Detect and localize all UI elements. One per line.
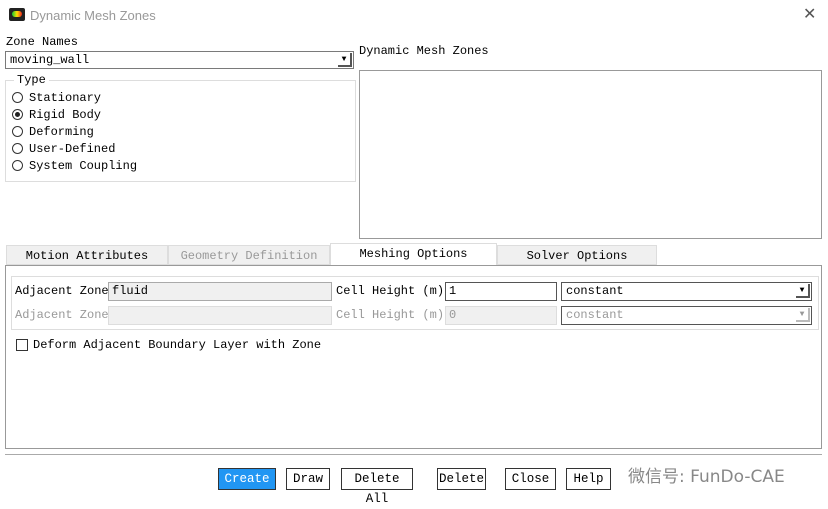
radio-selected-icon [12, 109, 23, 121]
radio-rigid-body[interactable]: Rigid Body [12, 108, 101, 125]
close-button[interactable]: Close [505, 468, 556, 490]
deform-boundary-layer-checkbox[interactable]: Deform Adjacent Boundary Layer with Zone [16, 338, 321, 352]
help-button[interactable]: Help [566, 468, 611, 490]
adjacent-zone-label-2: Adjacent Zone [15, 308, 109, 322]
radio-system-coupling[interactable]: System Coupling [12, 159, 137, 176]
watermark: 微信号: FunDo-CAE [628, 467, 785, 487]
cell-height-input-2: 0 [445, 306, 557, 325]
tab-meshing-options[interactable]: Meshing Options [330, 243, 497, 266]
adjacent-zone-field-2 [108, 306, 332, 325]
profile-value: constant [566, 308, 624, 322]
divider [5, 454, 822, 455]
tab-geometry-definition[interactable]: Geometry Definition [168, 245, 330, 265]
radio-icon [12, 92, 23, 104]
radio-deforming[interactable]: Deforming [12, 125, 94, 142]
radio-icon [12, 126, 23, 138]
adjacent-zone-field: fluid [108, 282, 332, 301]
cell-height-profile-dropdown[interactable]: constant ▼ [561, 282, 812, 301]
delete-button[interactable]: Delete [437, 468, 486, 490]
zone-names-value: moving_wall [10, 53, 90, 67]
dynamic-zones-label: Dynamic Mesh Zones [359, 44, 489, 58]
type-label: Type [14, 73, 49, 87]
radio-label: System Coupling [29, 159, 138, 173]
radio-icon [12, 143, 23, 155]
chevron-down-icon: ▼ [796, 284, 810, 298]
radio-user-defined[interactable]: User-Defined [12, 142, 115, 159]
draw-button[interactable]: Draw [286, 468, 330, 490]
zone-names-label: Zone Names [6, 35, 79, 49]
radio-stationary[interactable]: Stationary [12, 91, 101, 108]
cell-height-input[interactable]: 1 [445, 282, 557, 301]
tab-solver-options[interactable]: Solver Options [497, 245, 657, 265]
checkbox-label: Deform Adjacent Boundary Layer with Zone [33, 338, 322, 352]
cell-height-profile-dropdown-2: constant ▼ [561, 306, 812, 325]
zone-names-dropdown[interactable]: moving_wall ▼ [5, 51, 354, 69]
radio-label: Stationary [29, 91, 102, 105]
radio-label: Deforming [29, 125, 94, 139]
chevron-down-icon: ▼ [338, 53, 352, 67]
window-title: Dynamic Mesh Zones [30, 8, 156, 23]
profile-value: constant [566, 284, 624, 298]
create-button[interactable]: Create [218, 468, 276, 490]
radio-label: Rigid Body [29, 108, 102, 122]
chevron-down-icon: ▼ [796, 308, 810, 322]
checkbox-icon [16, 338, 28, 351]
close-icon[interactable]: ✕ [803, 4, 816, 23]
radio-label: User-Defined [29, 142, 116, 156]
delete-all-button[interactable]: Delete All [341, 468, 413, 506]
dynamic-zones-list[interactable] [359, 70, 822, 239]
adjacent-zone-label: Adjacent Zone [15, 284, 109, 298]
app-icon [9, 8, 25, 21]
cell-height-label-2: Cell Height (m) [336, 308, 445, 322]
cell-height-label: Cell Height (m) [336, 284, 445, 298]
tab-motion-attributes[interactable]: Motion Attributes [6, 245, 168, 265]
radio-icon [12, 160, 23, 172]
